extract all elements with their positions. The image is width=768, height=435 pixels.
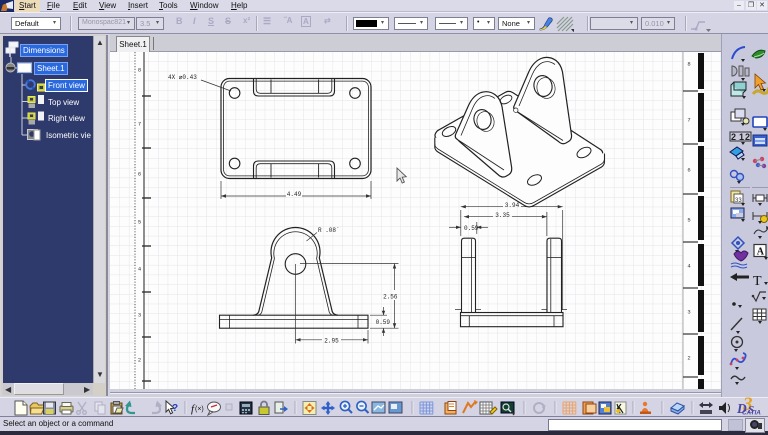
svg-text:T: T xyxy=(753,274,762,289)
svg-text:3: 3 xyxy=(138,312,141,319)
svg-text:4.49: 4.49 xyxy=(287,191,302,198)
svg-text:3: 3 xyxy=(687,309,690,316)
svg-text:?: ? xyxy=(172,403,178,414)
svg-text:8: 8 xyxy=(138,67,141,74)
svg-text:5: 5 xyxy=(138,219,141,226)
svg-text:0.59: 0.59 xyxy=(376,319,391,326)
svg-text:6: 6 xyxy=(138,171,141,178)
svg-text:7: 7 xyxy=(138,121,141,128)
svg-text:2: 2 xyxy=(138,357,141,364)
svg-text:2.56: 2.56 xyxy=(383,294,398,301)
svg-text:6: 6 xyxy=(687,167,690,174)
svg-text:4X ⌀0.43: 4X ⌀0.43 xyxy=(168,74,197,81)
svg-text:0.59: 0.59 xyxy=(464,225,479,232)
svg-text:2: 2 xyxy=(687,355,690,362)
svg-text:(×): (×) xyxy=(195,406,204,413)
svg-text:R .08´: R .08´ xyxy=(318,227,340,234)
svg-text:8: 8 xyxy=(687,61,690,68)
svg-text:7: 7 xyxy=(687,117,690,124)
svg-text:CATIA: CATIA xyxy=(742,410,761,416)
svg-text:A: A xyxy=(757,247,765,258)
svg-text:5: 5 xyxy=(687,217,690,224)
svg-text:3.35: 3.35 xyxy=(495,212,510,219)
svg-text:3.94: 3.94 xyxy=(505,202,520,209)
svg-text:2.95: 2.95 xyxy=(324,337,339,344)
